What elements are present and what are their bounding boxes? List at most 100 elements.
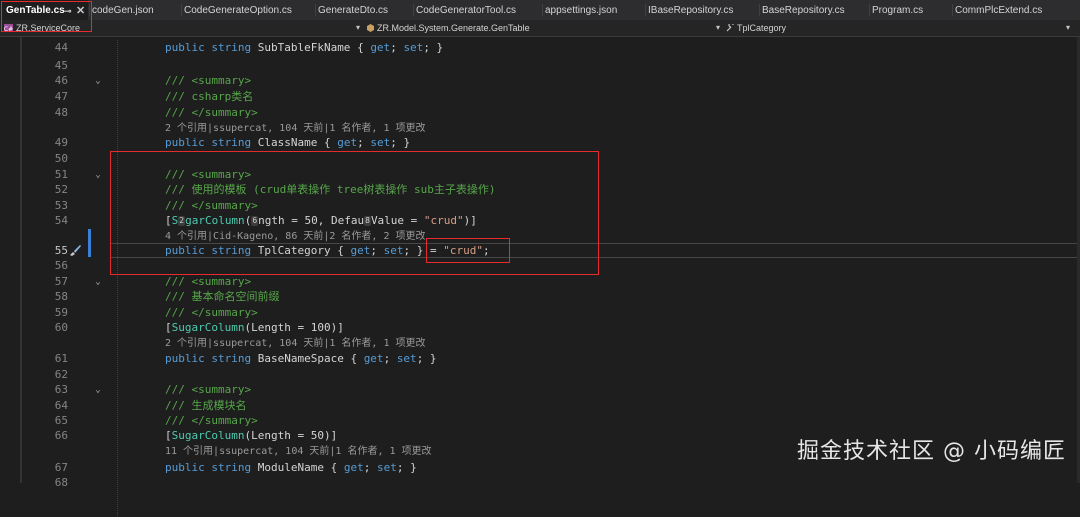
- code-token: ;: [383, 352, 397, 365]
- line-number: 65: [54, 414, 68, 427]
- tab-label: IBaseRepository.cs: [648, 5, 734, 16]
- codelens-info[interactable]: 2 个引用|ssupercat, 104 天前|1 名作者, 1 项更改: [165, 122, 426, 135]
- line-number: 67: [54, 461, 68, 474]
- tab-label: appsettings.json: [545, 5, 618, 16]
- class-icon: [367, 24, 374, 32]
- code-token: SugarColumn: [171, 321, 245, 334]
- code-line[interactable]: public string SubTableFkName { get; set;…: [165, 40, 443, 55]
- code-token: /// </summary>: [165, 306, 258, 319]
- code-line[interactable]: public string ModuleName { get; set; }: [165, 460, 417, 475]
- line-number: 46: [54, 74, 68, 87]
- code-token: [: [165, 321, 172, 334]
- code-token: SubTableFkName: [257, 41, 358, 54]
- tab-codegen-json[interactable]: codeGen.json: [92, 0, 180, 20]
- code-token: ; }: [390, 136, 411, 149]
- code-line[interactable]: /// <summary>: [165, 382, 251, 397]
- code-token: ;: [357, 136, 371, 149]
- code-token: ModuleName: [257, 461, 331, 474]
- tab-label: CodeGeneratorTool.cs: [416, 5, 517, 16]
- tab-label: CommPlcExtend.cs: [955, 5, 1043, 16]
- code-line[interactable]: [SugarColumn(Length = 100)]: [165, 320, 344, 335]
- line-number: 59: [54, 306, 68, 319]
- code-line[interactable]: /// </summary>: [165, 305, 258, 320]
- tab-commplcextend-cs[interactable]: CommPlcExtend.cs: [955, 0, 1065, 20]
- active-tab-highlight-box: [1, 1, 92, 32]
- code-token: /// <summary>: [165, 74, 252, 87]
- line-number: 57: [54, 275, 68, 288]
- fold-chevron-icon[interactable]: ⌄: [93, 76, 103, 86]
- code-token: BaseNameSpace: [257, 352, 351, 365]
- code-line[interactable]: /// <summary>: [165, 274, 251, 289]
- code-token: public: [165, 352, 212, 365]
- code-token: /// </summary>: [165, 414, 258, 427]
- navigation-bar: C# ZR.ServiceCore ▾ ZR.Model.System.Gene…: [0, 20, 1080, 37]
- code-token: ; }: [416, 352, 437, 365]
- code-token: string: [211, 461, 258, 474]
- code-line[interactable]: /// <summary>: [165, 73, 251, 88]
- member-dropdown[interactable]: TplCategory: [737, 20, 786, 36]
- tab-program-cs[interactable]: Program.cs: [872, 0, 950, 20]
- code-line[interactable]: public string BaseNameSpace { get; set; …: [165, 351, 437, 366]
- tab-ibaserepository-cs[interactable]: IBaseRepository.cs: [648, 0, 758, 20]
- code-line[interactable]: /// csharp类名: [165, 89, 253, 104]
- line-number: 47: [54, 90, 68, 103]
- line-number: 63: [54, 383, 68, 396]
- line-number: 53: [54, 199, 68, 212]
- code-token: ClassName: [257, 136, 324, 149]
- tab-baserepository-cs[interactable]: BaseRepository.cs: [762, 0, 868, 20]
- tab-label: Program.cs: [872, 5, 924, 16]
- line-number: 44: [54, 41, 68, 54]
- chevron-down-icon[interactable]: ▾: [356, 20, 360, 36]
- codelens-info[interactable]: 11 个引用|ssupercat, 104 天前|1 名作者, 1 项更改: [165, 445, 432, 458]
- line-number: 54: [54, 214, 68, 227]
- code-token: public: [165, 136, 212, 149]
- tab-separator: [315, 4, 316, 16]
- code-token: set: [376, 461, 397, 474]
- code-token: set: [403, 41, 424, 54]
- code-line[interactable]: [SugarColumn(Length = 50)]: [165, 428, 337, 443]
- code-token: /// csharp类名: [165, 90, 254, 103]
- fold-chevron-icon[interactable]: ⌄: [93, 277, 103, 287]
- line-number: 62: [54, 368, 68, 381]
- code-token: /// <summary>: [165, 383, 252, 396]
- code-line[interactable]: /// 生成模块名: [165, 398, 247, 413]
- quick-actions-brush-icon[interactable]: [68, 243, 82, 257]
- tab-separator: [869, 4, 870, 16]
- tab-label: BaseRepository.cs: [762, 5, 845, 16]
- code-token: SugarColumn: [171, 429, 245, 442]
- document-tab-bar: GenTable.cs ⊸ ✕ codeGen.json CodeGenerateOpt…: [0, 0, 1080, 20]
- class-dropdown[interactable]: ZR.Model.System.Generate.GenTable: [377, 20, 530, 36]
- code-token: [: [165, 429, 172, 442]
- code-token: {: [357, 41, 371, 54]
- initializer-highlight-box: [426, 238, 510, 263]
- tab-appsettings-json[interactable]: appsettings.json: [545, 0, 643, 20]
- fold-chevron-icon[interactable]: ⌄: [93, 170, 103, 180]
- code-token: public: [165, 41, 212, 54]
- code-token: (Length = 50)]: [244, 429, 338, 442]
- tab-separator: [759, 4, 760, 16]
- code-line[interactable]: /// 基本命名空间前缀: [165, 289, 280, 304]
- fold-chevron-icon[interactable]: ⌄: [93, 385, 103, 395]
- line-number: 50: [54, 152, 68, 165]
- chevron-down-icon[interactable]: ▾: [716, 20, 720, 36]
- code-token: string: [211, 41, 258, 54]
- tab-separator: [413, 4, 414, 16]
- codelens-info[interactable]: 2 个引用|ssupercat, 104 天前|1 名作者, 1 项更改: [165, 337, 426, 350]
- code-token: ;: [363, 461, 377, 474]
- chevron-down-icon[interactable]: ▾: [1066, 20, 1070, 36]
- code-line[interactable]: /// </summary>: [165, 413, 258, 428]
- code-token: ; }: [396, 461, 417, 474]
- code-token: public: [165, 461, 212, 474]
- tab-generatedto-cs[interactable]: GenerateDto.cs: [318, 0, 412, 20]
- wrench-icon: [726, 24, 734, 32]
- code-token: /// <summary>: [165, 275, 252, 288]
- line-number: 45: [54, 59, 68, 72]
- code-token: get: [363, 352, 384, 365]
- code-line[interactable]: /// </summary>: [165, 105, 258, 120]
- tab-codegenerateoption-cs[interactable]: CodeGenerateOption.cs: [184, 0, 312, 20]
- line-number: 51: [54, 168, 68, 181]
- line-number: 49: [54, 136, 68, 149]
- code-line[interactable]: public string ClassName { get; set; }: [165, 135, 410, 150]
- tab-codegeneratortool-cs[interactable]: CodeGeneratorTool.cs: [416, 0, 541, 20]
- code-token: /// 基本命名空间前缀: [165, 290, 280, 303]
